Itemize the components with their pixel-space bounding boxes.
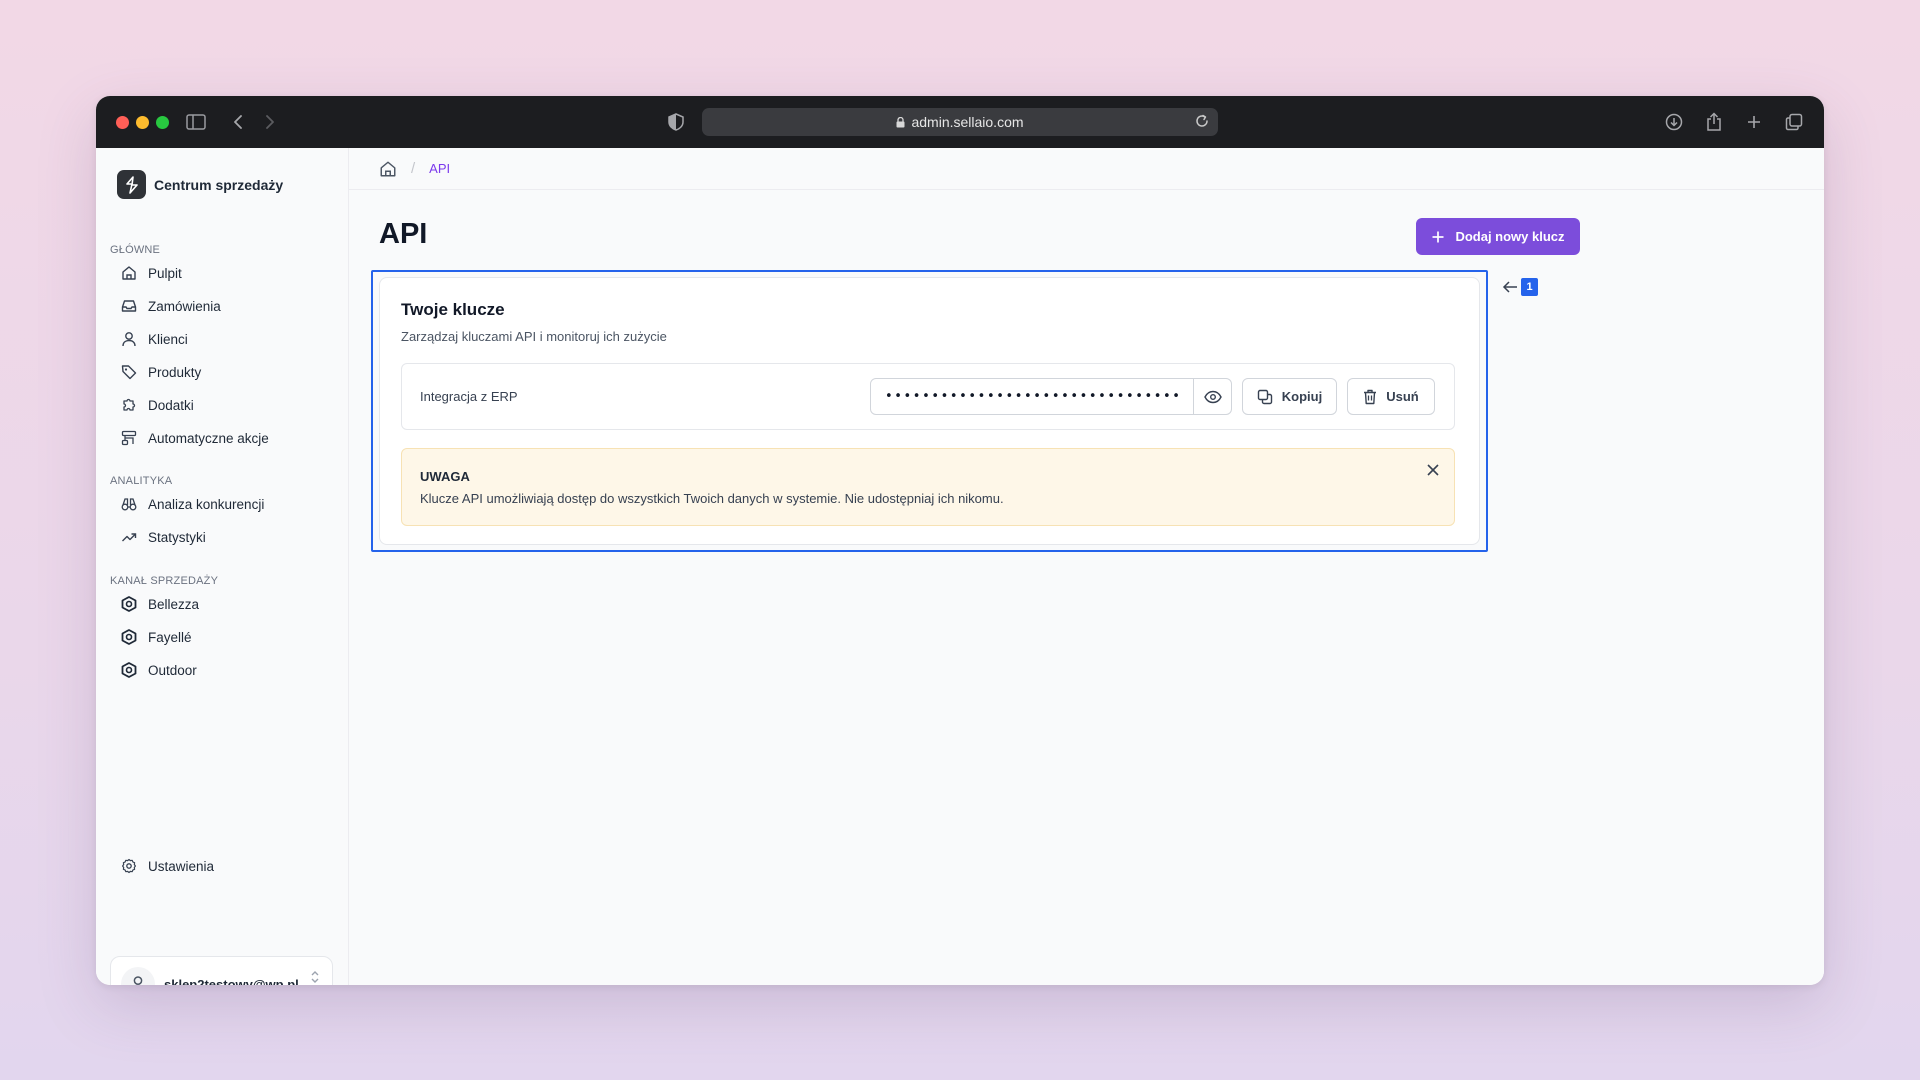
breadcrumb: / API (349, 148, 1824, 190)
sidebar-item-pulpit[interactable]: Pulpit (120, 260, 182, 286)
channel-icon (120, 595, 138, 613)
sidebar-item-label: Dodatki (148, 397, 194, 413)
sidebar-item-fayelle[interactable]: Fayellé (120, 624, 192, 650)
lock-icon (896, 116, 905, 128)
browser-window: admin.sellaio.com Centrum sprzedaży GŁÓW… (96, 96, 1824, 985)
plus-icon (1431, 230, 1445, 244)
chevron-up-down-icon (310, 969, 320, 985)
sidebar-item-label: Produkty (148, 364, 202, 380)
add-key-button-label: Dodaj nowy klucz (1455, 229, 1565, 244)
sidebar-item-label: Outdoor (148, 662, 197, 678)
trash-icon (1363, 389, 1377, 405)
user-icon (120, 330, 138, 348)
sidebar-item-statystyki[interactable]: Statystyki (120, 524, 206, 550)
sidebar-item-label: Zamówienia (148, 298, 221, 314)
card-title: Twoje klucze (401, 300, 505, 319)
brand-logo-icon (117, 170, 146, 199)
sidebar-item-label: Automatyczne akcje (148, 430, 269, 446)
share-icon[interactable] (1702, 110, 1726, 134)
binoculars-icon (120, 495, 138, 513)
user-account-switcher[interactable]: sklep2testowy@wp.pl (110, 956, 333, 985)
sidebar-item-analiza-konkurencji[interactable]: Analiza konkurencji (120, 491, 264, 517)
channel-icon (120, 661, 138, 679)
home-icon[interactable] (379, 160, 397, 178)
copy-key-button[interactable]: Kopiuj (1242, 378, 1337, 415)
arrow-left-icon (1502, 280, 1518, 294)
card-subtitle: Zarządzaj kluczami API i monitoruj ich z… (401, 329, 667, 344)
api-key-field[interactable]: •••••••••••••••••••••••••••••••• (870, 378, 1194, 415)
add-key-button[interactable]: Dodaj nowy klucz (1416, 218, 1580, 255)
nav-section-main: GŁÓWNE (110, 244, 161, 256)
workflow-icon (120, 429, 138, 447)
maximize-window-button[interactable] (156, 116, 169, 129)
delete-key-button-label: Usuń (1386, 389, 1419, 404)
address-bar[interactable]: admin.sellaio.com (702, 108, 1218, 136)
sidebar-item-label: Bellezza (148, 596, 200, 612)
api-keys-card: Twoje klucze Zarządzaj kluczami API i mo… (379, 277, 1480, 545)
downloads-icon[interactable] (1662, 110, 1686, 134)
gear-icon (120, 857, 138, 875)
delete-key-button[interactable]: Usuń (1347, 378, 1435, 415)
copy-key-button-label: Kopiuj (1281, 389, 1323, 404)
sidebar-item-dodatki[interactable]: Dodatki (120, 392, 194, 418)
sidebar-item-bellezza[interactable]: Bellezza (120, 591, 199, 617)
reload-icon[interactable] (1194, 113, 1210, 132)
close-window-button[interactable] (116, 116, 129, 129)
warning-alert: UWAGA Klucze API umożliwiają dostęp do w… (401, 448, 1455, 526)
back-icon[interactable] (226, 110, 250, 134)
sidebar-item-automatyczne-akcje[interactable]: Automatyczne akcje (120, 425, 269, 451)
avatar (121, 967, 155, 985)
sidebar: Centrum sprzedaży GŁÓWNE Pulpit Zamówien… (96, 148, 349, 985)
warning-text: Klucze API umożliwiają dostęp do wszystk… (420, 491, 1004, 506)
minimize-window-button[interactable] (136, 116, 149, 129)
warning-title: UWAGA (420, 469, 470, 484)
sidebar-toggle-icon[interactable] (184, 110, 208, 134)
eye-icon (1203, 390, 1222, 404)
sidebar-item-label: Ustawienia (148, 858, 215, 874)
sidebar-item-outdoor[interactable]: Outdoor (120, 657, 197, 683)
nav-section-sales-channel: KANAŁ SPRZEDAŻY (110, 575, 219, 587)
brand[interactable]: Centrum sprzedaży (117, 170, 283, 199)
page-title: API (379, 218, 428, 250)
sidebar-item-produkty[interactable]: Produkty (120, 359, 201, 385)
breadcrumb-current[interactable]: API (429, 161, 450, 176)
close-icon[interactable] (1426, 463, 1440, 482)
sidebar-item-label: Fayellé (148, 629, 192, 645)
breadcrumb-separator: / (411, 160, 416, 177)
sidebar-item-label: Pulpit (148, 265, 182, 281)
puzzle-icon (120, 396, 138, 414)
inbox-icon (120, 297, 138, 315)
annotation-badge: 1 (1521, 278, 1538, 296)
brand-name: Centrum sprzedaży (154, 176, 284, 193)
sidebar-item-klienci[interactable]: Klienci (120, 326, 188, 352)
user-email: sklep2testowy@wp.pl (164, 976, 299, 986)
annotation-marker: 1 (1502, 278, 1538, 296)
sidebar-item-label: Analiza konkurencji (148, 496, 265, 512)
home-icon (120, 264, 138, 282)
sidebar-item-zamowienia[interactable]: Zamówienia (120, 293, 221, 319)
sidebar-item-ustawienia[interactable]: Ustawienia (120, 853, 214, 879)
channel-icon (120, 628, 138, 646)
main-content: / API API Dodaj nowy klucz Twoje klucze … (349, 148, 1824, 985)
api-key-row: Integracja z ERP •••••••••••••••••••••••… (401, 363, 1455, 430)
copy-icon (1257, 389, 1273, 405)
trending-up-icon (120, 528, 138, 546)
sidebar-item-label: Statystyki (148, 529, 206, 545)
new-tab-icon[interactable] (1742, 110, 1766, 134)
tag-icon (120, 363, 138, 381)
tabs-overview-icon[interactable] (1782, 110, 1806, 134)
forward-icon[interactable] (258, 110, 282, 134)
url-text: admin.sellaio.com (911, 114, 1024, 130)
api-key-name: Integracja z ERP (420, 389, 518, 404)
nav-section-analytics: ANALITYKA (110, 475, 173, 487)
privacy-shield-icon[interactable] (664, 110, 688, 134)
browser-toolbar: admin.sellaio.com (96, 96, 1824, 148)
show-key-button[interactable] (1193, 378, 1232, 415)
sidebar-item-label: Klienci (148, 331, 188, 347)
